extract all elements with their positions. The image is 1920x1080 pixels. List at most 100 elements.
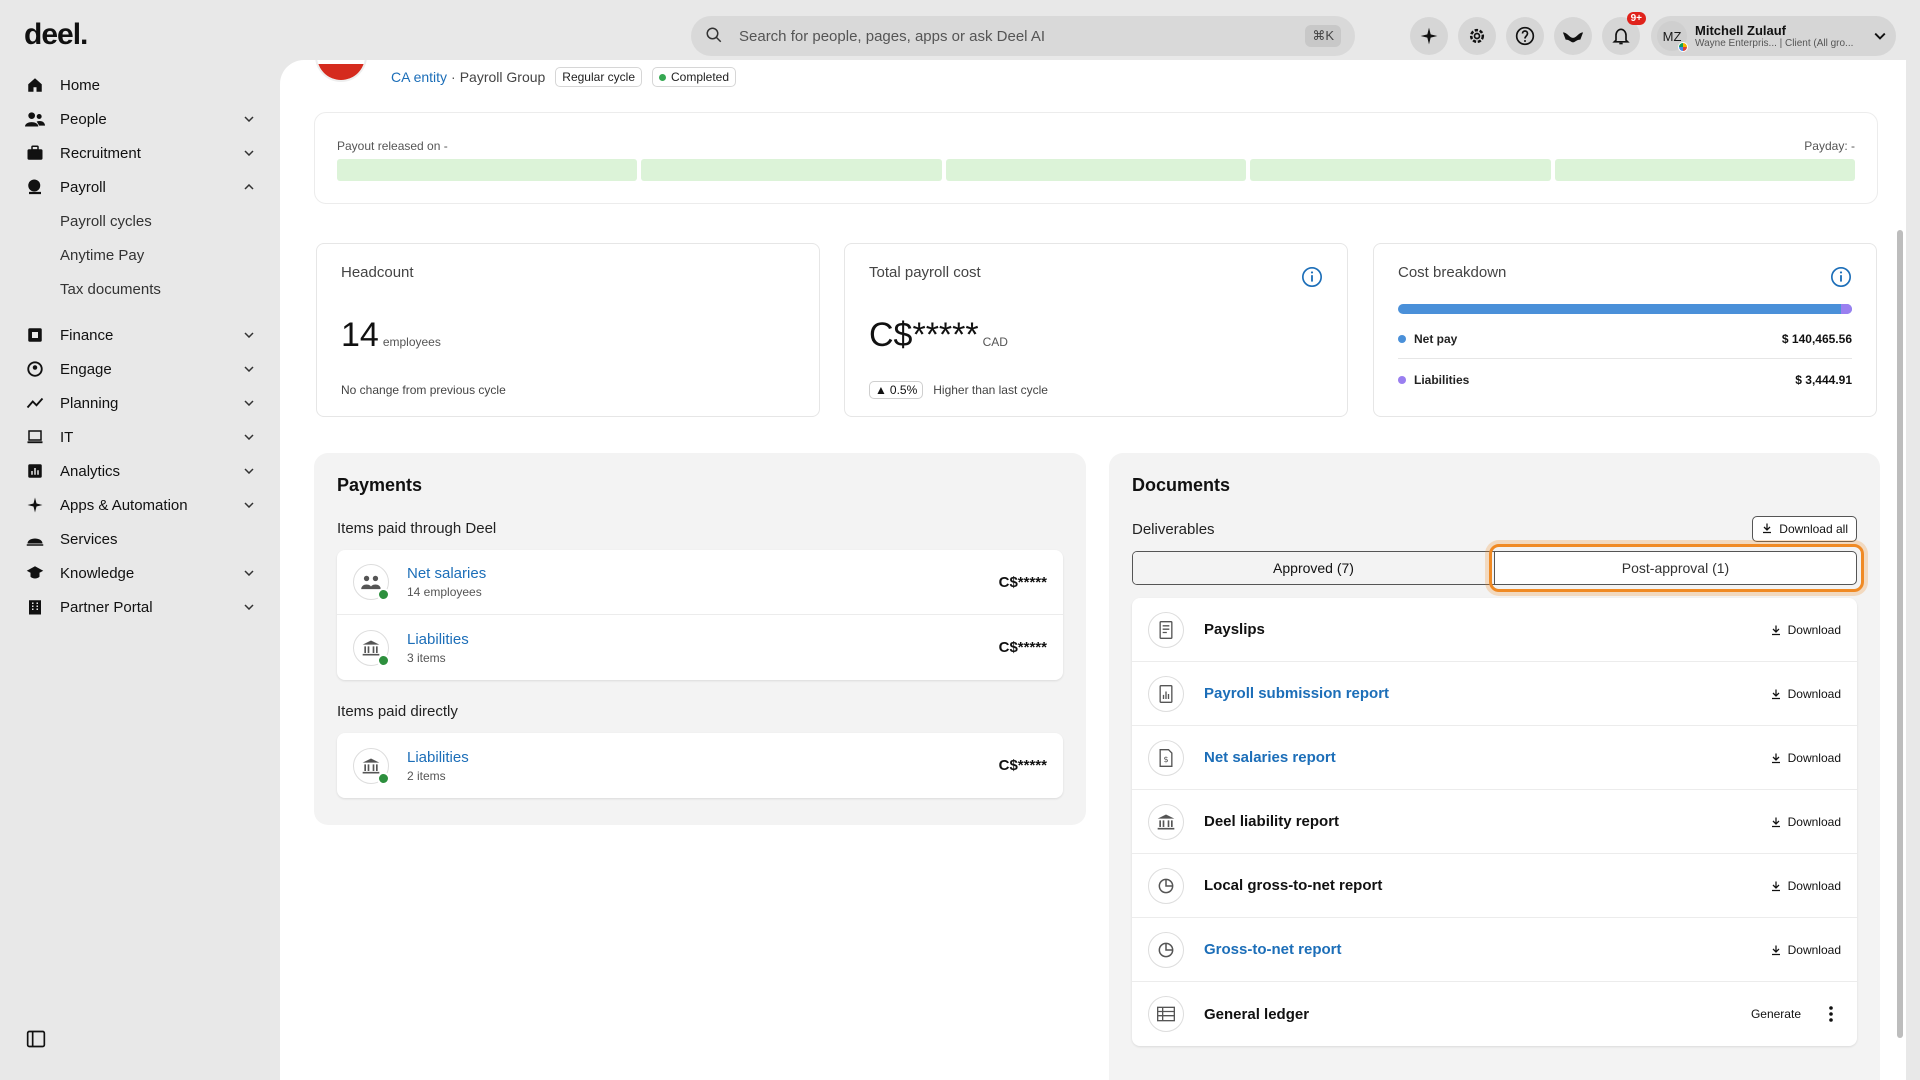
help-button[interactable] bbox=[1506, 17, 1544, 55]
report-chart-icon bbox=[1148, 675, 1184, 712]
more-options-icon[interactable] bbox=[1821, 1004, 1841, 1024]
chevron-down-icon bbox=[242, 146, 256, 160]
sidebar-item-people[interactable]: People bbox=[24, 102, 256, 136]
bank-icon bbox=[353, 747, 390, 785]
download-all-button[interactable]: Download all bbox=[1752, 516, 1857, 542]
action-label: Download bbox=[1787, 878, 1841, 893]
sidebar-item-analytics[interactable]: Analytics bbox=[24, 454, 256, 488]
avatar-initials: MZ bbox=[1662, 28, 1682, 44]
action-label: Download bbox=[1787, 622, 1841, 637]
chevron-down-icon bbox=[242, 112, 256, 126]
megaphone-icon bbox=[1562, 32, 1584, 43]
document-row[interactable]: Gross-to-net report Download bbox=[1132, 918, 1857, 982]
org-logo-icon bbox=[1678, 42, 1688, 52]
entity-link[interactable]: CA entity bbox=[391, 69, 447, 85]
sidebar-collapse-icon[interactable] bbox=[26, 1029, 48, 1051]
people-icon bbox=[24, 108, 46, 130]
timeline-segment bbox=[337, 159, 638, 181]
headcount-value: 14 employees bbox=[341, 316, 441, 355]
ai-sparkle-button[interactable] bbox=[1410, 17, 1448, 55]
liabilities-segment bbox=[1841, 304, 1852, 314]
payroll-group: Payroll Group bbox=[459, 69, 546, 85]
deliverables-label: Deliverables bbox=[1132, 521, 1215, 538]
list-item-text: Liabilities 2 items bbox=[407, 749, 469, 783]
document-title[interactable]: Net salaries report bbox=[1204, 749, 1336, 766]
download-button[interactable]: Download bbox=[1770, 751, 1841, 765]
briefcase-icon bbox=[24, 142, 46, 164]
generate-button[interactable]: Generate bbox=[1751, 1007, 1801, 1021]
sidebar-item-services[interactable]: Services bbox=[24, 522, 256, 556]
sidebar-item-label: Analytics bbox=[60, 462, 121, 480]
sidebar-item-it[interactable]: IT bbox=[24, 420, 256, 454]
list-item-text: Net salaries 14 employees bbox=[407, 565, 486, 599]
download-button[interactable]: Download bbox=[1770, 815, 1841, 829]
sidebar-item-payroll[interactable]: Payroll bbox=[24, 170, 256, 204]
scrollbar[interactable] bbox=[1897, 230, 1903, 1038]
payday-label: Payday: - bbox=[1804, 139, 1855, 153]
gear-icon bbox=[1469, 28, 1485, 44]
status-dot bbox=[659, 73, 666, 81]
delta-text: Higher than last cycle bbox=[933, 383, 1048, 397]
list-item[interactable]: Liabilities 2 items C$***** bbox=[337, 733, 1063, 798]
search-bar[interactable]: Search for people, pages, apps or ask De… bbox=[691, 16, 1355, 56]
sidebar-subitem-anytime-pay[interactable]: Anytime Pay bbox=[24, 238, 256, 272]
list-item[interactable]: Net salaries 14 employees C$***** bbox=[337, 550, 1063, 615]
announcements-button[interactable] bbox=[1554, 17, 1592, 55]
document-title[interactable]: Gross-to-net report bbox=[1204, 941, 1342, 958]
main-content: CA entity · Payroll Group Regular cycle … bbox=[280, 60, 1906, 1080]
sidebar-subitem-tax-documents[interactable]: Tax documents bbox=[24, 272, 256, 306]
download-button[interactable]: Download bbox=[1770, 943, 1841, 957]
settings-button[interactable] bbox=[1458, 17, 1496, 55]
sidebar-item-finance[interactable]: Finance bbox=[24, 318, 256, 352]
sidebar-item-recruitment[interactable]: Recruitment bbox=[24, 136, 256, 170]
action-label: Download bbox=[1787, 750, 1841, 765]
document-row[interactable]: Deel liability report Download bbox=[1132, 790, 1857, 854]
info-icon[interactable] bbox=[1301, 266, 1323, 288]
delta-value: 0.5% bbox=[889, 383, 918, 397]
sidebar-item-label: IT bbox=[60, 428, 74, 446]
document-row[interactable]: General ledger Generate bbox=[1132, 982, 1857, 1046]
sidebar-item-planning[interactable]: Planning bbox=[24, 386, 256, 420]
net-pay-value: $ 140,465.56 bbox=[1781, 332, 1852, 346]
download-icon bbox=[1771, 817, 1780, 827]
timeline-segment bbox=[1250, 159, 1551, 181]
document-title[interactable]: Payroll submission report bbox=[1204, 685, 1389, 702]
document-row[interactable]: Payslips Download bbox=[1132, 598, 1857, 662]
tab-approved[interactable]: Approved (7) bbox=[1133, 552, 1495, 584]
item-title: Liabilities bbox=[407, 630, 469, 648]
item-subtitle: 3 items bbox=[407, 650, 446, 665]
check-icon bbox=[377, 653, 390, 667]
deel-logo[interactable]: deel. bbox=[24, 18, 88, 52]
breadcrumb-separator: · bbox=[451, 69, 456, 85]
sidebar-item-partner-portal[interactable]: Partner Portal bbox=[24, 590, 256, 624]
document-row[interactable]: Payroll submission report Download bbox=[1132, 662, 1857, 726]
document-row[interactable]: Local gross-to-net report Download bbox=[1132, 854, 1857, 918]
delta-pill: ▲ 0.5% bbox=[869, 381, 924, 399]
download-button[interactable]: Download bbox=[1770, 623, 1841, 637]
payout-released-label: Payout released on - bbox=[337, 139, 448, 153]
payout-timeline: Payout released on - Payday: - bbox=[314, 112, 1878, 204]
info-icon[interactable] bbox=[1830, 266, 1852, 288]
item-amount: C$***** bbox=[998, 639, 1047, 656]
sidebar-item-apps-automation[interactable]: Apps & Automation bbox=[24, 488, 256, 522]
help-icon bbox=[1515, 26, 1535, 46]
payments-title: Payments bbox=[337, 475, 423, 495]
net-pay-row: Net pay $ 140,465.56 bbox=[1398, 332, 1852, 346]
sidebar-item-knowledge[interactable]: Knowledge bbox=[24, 556, 256, 590]
liabilities-value: $ 3,444.91 bbox=[1795, 373, 1852, 387]
total-cost-number: C$***** bbox=[869, 316, 979, 354]
sidebar-item-home[interactable]: Home bbox=[24, 68, 256, 102]
download-button[interactable]: Download bbox=[1770, 687, 1841, 701]
sidebar-item-engage[interactable]: Engage bbox=[24, 352, 256, 386]
total-payroll-cost-card: Total payroll cost C$***** CAD ▲ 0.5% High… bbox=[844, 243, 1348, 417]
download-button[interactable]: Download bbox=[1770, 879, 1841, 893]
document-row[interactable]: $ Net salaries report Download bbox=[1132, 726, 1857, 790]
notifications-button[interactable]: 9+ bbox=[1602, 12, 1646, 55]
headcount-unit: employees bbox=[382, 335, 441, 349]
tab-post-approval[interactable]: Post-approval (1) bbox=[1489, 544, 1864, 592]
list-item[interactable]: Liabilities 3 items C$***** bbox=[337, 615, 1063, 680]
sidebar-subitem-payroll-cycles[interactable]: Payroll cycles bbox=[24, 204, 256, 238]
avatar: MZ bbox=[1657, 21, 1688, 52]
legend-dot bbox=[1398, 335, 1406, 343]
user-menu[interactable]: MZ Mitchell Zulauf Wayne Enterpris... | … bbox=[1651, 16, 1896, 56]
